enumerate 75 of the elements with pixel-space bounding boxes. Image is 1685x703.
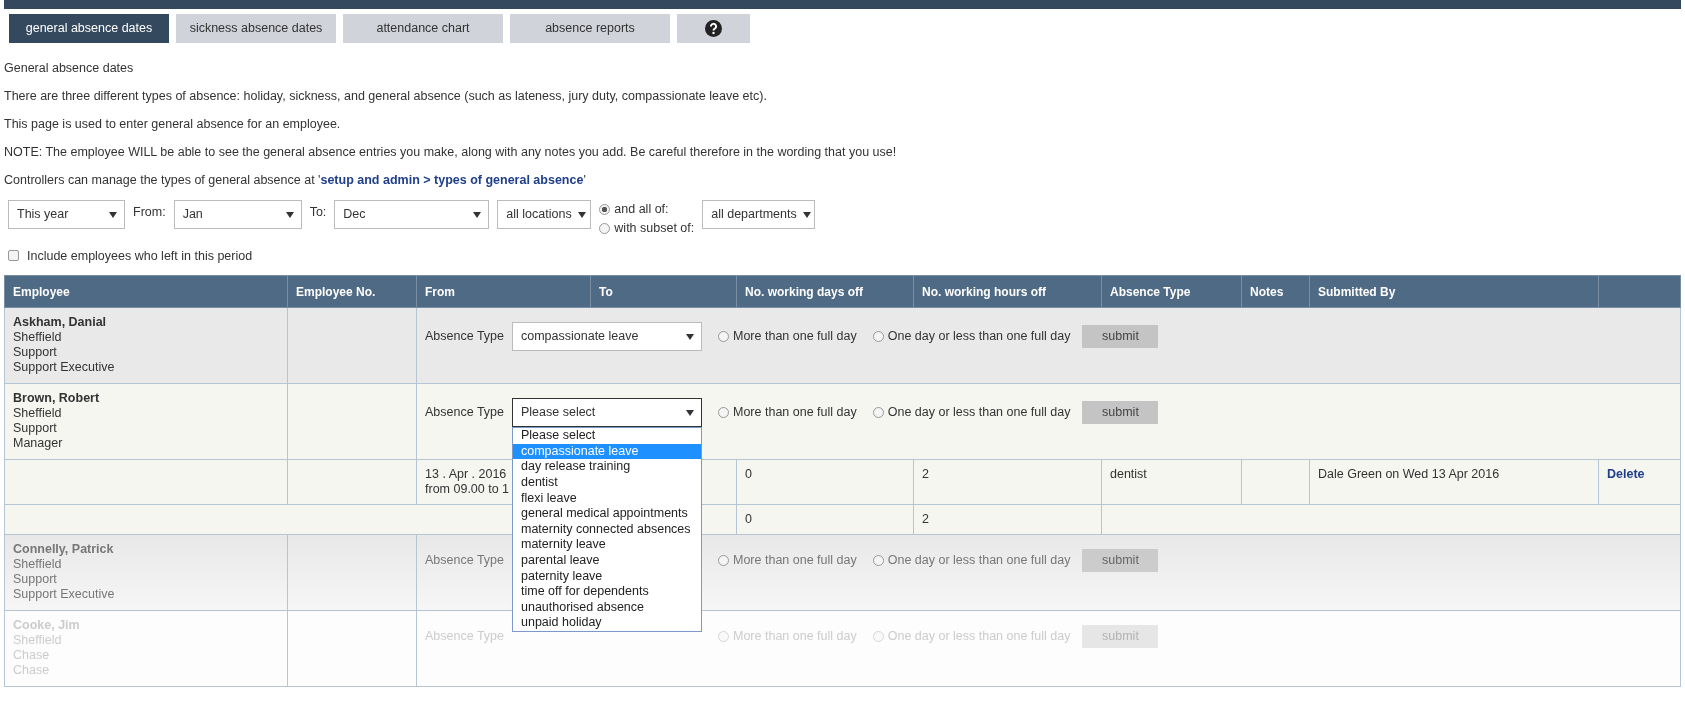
page-heading: General absence dates	[4, 60, 135, 77]
absence-type-select[interactable]: compassionate leave	[512, 322, 702, 352]
from-select[interactable]: Jan	[173, 200, 302, 229]
radio-label: and all of:	[614, 201, 669, 218]
tab[interactable]: sickness absence dates	[176, 14, 336, 43]
absence-type-label: Absence Type	[425, 553, 504, 569]
dropdown-option[interactable]: day release training	[513, 459, 701, 476]
dropdown-option[interactable]: flexi leave	[513, 490, 701, 507]
submit-button[interactable]: submit	[1082, 401, 1159, 425]
info-text: This page is used to enter general absence for an employee.	[4, 116, 342, 133]
absence-type-label: Absence Type	[425, 405, 504, 421]
delete-link[interactable]: Delete	[1607, 467, 1645, 482]
radio-label: More than one full day	[733, 405, 857, 421]
table-cell: Dale Green on Wed 13 Apr 2016	[1318, 467, 1500, 482]
employee-detail: Support Executive	[13, 587, 116, 603]
dropdown-option[interactable]: general medical appointments	[513, 506, 701, 522]
info-text: NOTE: The employee WILL be able to see the general absence entries you make, along with any notes you add. Be careful therefore in the wording that you use!	[4, 144, 898, 161]
employee-detail: Support	[13, 421, 58, 437]
dropdown-option[interactable]: paternity leave	[513, 568, 701, 585]
dropdown-option[interactable]: parental leave	[513, 553, 701, 569]
dropdown-option[interactable]: maternity leave	[513, 537, 701, 553]
dropdown-option[interactable]: maternity connected absences	[513, 521, 701, 538]
dropdown-option[interactable]: dentist	[513, 475, 701, 491]
checkbox-label: Include employees who left in this period	[27, 247, 253, 265]
absence-date: 13 . Apr . 2016	[425, 467, 507, 483]
column-header: To	[590, 275, 737, 308]
radio-label: with subset of:	[614, 219, 695, 237]
column-header: Notes	[1241, 275, 1310, 308]
dropdown-option[interactable]: unauthorised absence	[513, 599, 701, 616]
column-header: Employee No.	[287, 275, 417, 308]
radio-label: More than one full day	[733, 329, 857, 345]
employee-detail: Manager	[13, 436, 64, 452]
column-header: From	[416, 275, 591, 308]
dropdown-option[interactable]: time off for dependents	[513, 584, 701, 600]
submit-button[interactable]: submit	[1082, 325, 1159, 349]
to-select[interactable]: Dec	[334, 200, 490, 229]
department-select[interactable]: all departments	[702, 200, 816, 229]
tab[interactable]: absence reports	[510, 14, 670, 43]
employee-detail: Support	[13, 572, 58, 588]
employee-detail: Sheffield	[13, 557, 63, 573]
table-cell: 2	[922, 467, 929, 482]
employee-detail: Support	[13, 345, 58, 361]
tab[interactable]: attendance chart	[343, 14, 503, 43]
column-header: Absence Type	[1101, 275, 1242, 308]
location-select[interactable]: all locations	[497, 200, 592, 229]
tab[interactable]: general absence dates	[9, 14, 169, 43]
radio-label: One day or less than one full day	[887, 405, 1071, 421]
absence-time: from 09.00 to 1	[425, 482, 510, 498]
submit-button[interactable]: submit	[1082, 549, 1159, 573]
radio-label: More than one full day	[733, 553, 857, 569]
employee-name: Brown, Robert	[13, 391, 101, 407]
table-cell: dentist	[1110, 467, 1147, 482]
radio-label: One day or less than one full day	[887, 329, 1071, 345]
total-cell: 0	[745, 512, 752, 527]
employee-name: Connelly, Patrick	[13, 542, 115, 558]
employee-detail: Support Executive	[13, 360, 116, 376]
column-header: No. working hours off	[913, 275, 1102, 308]
employee-detail: Sheffield	[13, 406, 63, 422]
filter-label: From:	[133, 204, 166, 221]
info-text: There are three different types of absence: holiday, sickness, and general absence (such as lateness, jury duty, compassionate leave etc).	[4, 88, 768, 105]
absence-type-label: Absence Type	[425, 329, 504, 345]
absence-type-select[interactable]: Please select	[512, 398, 702, 428]
radio-label: One day or less than one full day	[887, 553, 1071, 569]
period-select[interactable]: This year	[8, 200, 125, 229]
info-text: Controllers can manage the types of general absence at 'setup and admin > types of general absence'	[4, 172, 587, 189]
dropdown-option[interactable]: Please select	[513, 428, 701, 444]
employee-name: Askham, Danial	[13, 315, 108, 331]
employee-detail: Sheffield	[13, 330, 63, 346]
filter-label: To:	[309, 204, 327, 221]
column-header: Submitted By	[1309, 275, 1599, 308]
dropdown-option[interactable]: unpaid holiday	[513, 615, 701, 631]
total-cell: 2	[922, 512, 929, 527]
column-header: Employee	[4, 275, 288, 308]
table-cell: 0	[745, 467, 752, 482]
column-header: No. working days off	[736, 275, 914, 308]
